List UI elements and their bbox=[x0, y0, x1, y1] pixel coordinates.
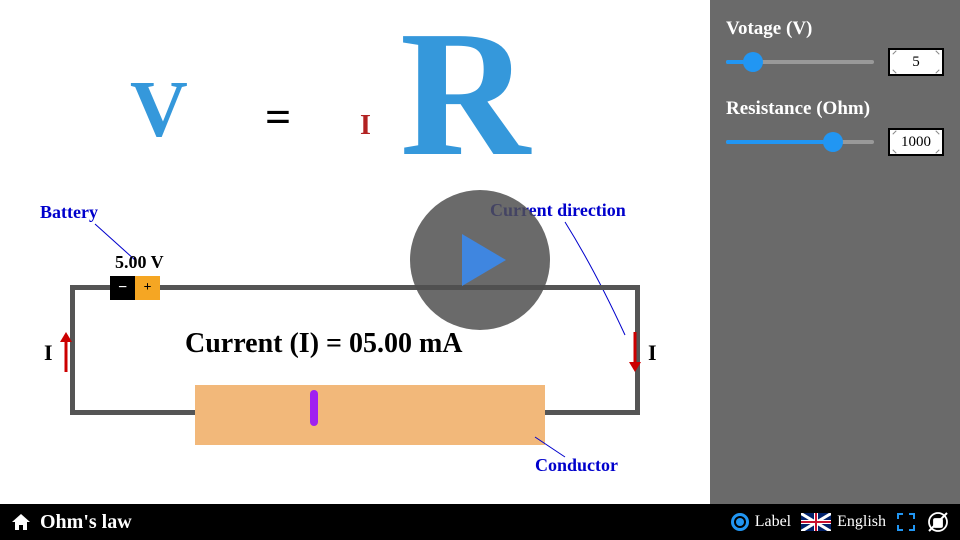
battery-label: Battery bbox=[40, 202, 98, 223]
wire-bottom-left bbox=[70, 410, 195, 415]
control-panel: Votage (V) 5 Resistance (Ohm) 1000 bbox=[710, 0, 960, 504]
voltage-slider[interactable] bbox=[726, 52, 874, 72]
formula-I: I bbox=[360, 110, 371, 142]
label-toggle-text: Label bbox=[755, 513, 791, 531]
home-icon[interactable] bbox=[10, 512, 32, 532]
main-canvas: V = I R Battery Current direction 5.00 V… bbox=[0, 0, 710, 504]
resistance-input[interactable]: 1000 bbox=[888, 128, 944, 156]
wire-top-right bbox=[160, 285, 640, 290]
conductor bbox=[195, 385, 545, 445]
wire-top-left bbox=[70, 285, 110, 290]
voltage-value: 5 bbox=[912, 54, 920, 71]
formula-equals: = bbox=[265, 90, 291, 143]
arrow-down-icon bbox=[627, 332, 643, 377]
battery-voltage-text: 5.00 V bbox=[115, 252, 164, 273]
radio-on-icon bbox=[731, 513, 749, 531]
play-icon bbox=[448, 228, 512, 292]
label-toggle[interactable]: Label bbox=[731, 513, 791, 531]
play-button[interactable] bbox=[410, 190, 550, 330]
probe bbox=[310, 390, 318, 426]
formula-V: V bbox=[130, 65, 188, 156]
voltage-label: Votage (V) bbox=[726, 18, 944, 40]
resistance-slider[interactable] bbox=[726, 132, 874, 152]
voltage-input[interactable]: 5 bbox=[888, 48, 944, 76]
I-label-left: I bbox=[44, 340, 53, 366]
circuit: 5.00 V −+ I I Current (I) = 05.00 mA Con… bbox=[30, 260, 680, 480]
conductor-callout bbox=[530, 435, 570, 460]
formula-R: R bbox=[400, 0, 530, 197]
wire-bottom-right bbox=[545, 410, 640, 415]
current-value-text: Current (I) = 05.00 mA bbox=[185, 328, 463, 360]
footer: Ohm's law Label English bbox=[0, 504, 960, 540]
formula: V = I R bbox=[80, 10, 640, 190]
rotate-lock-button[interactable] bbox=[926, 510, 950, 534]
page-title: Ohm's law bbox=[40, 511, 132, 534]
battery-icon: −+ bbox=[110, 276, 160, 300]
resistance-value: 1000 bbox=[901, 134, 931, 151]
language-selector[interactable]: English bbox=[801, 513, 886, 531]
fullscreen-button[interactable] bbox=[896, 512, 916, 532]
arrow-up-icon bbox=[58, 332, 74, 377]
I-label-right: I bbox=[648, 340, 657, 366]
resistance-label: Resistance (Ohm) bbox=[726, 98, 944, 120]
language-text: English bbox=[837, 513, 886, 531]
uk-flag-icon bbox=[801, 513, 831, 531]
